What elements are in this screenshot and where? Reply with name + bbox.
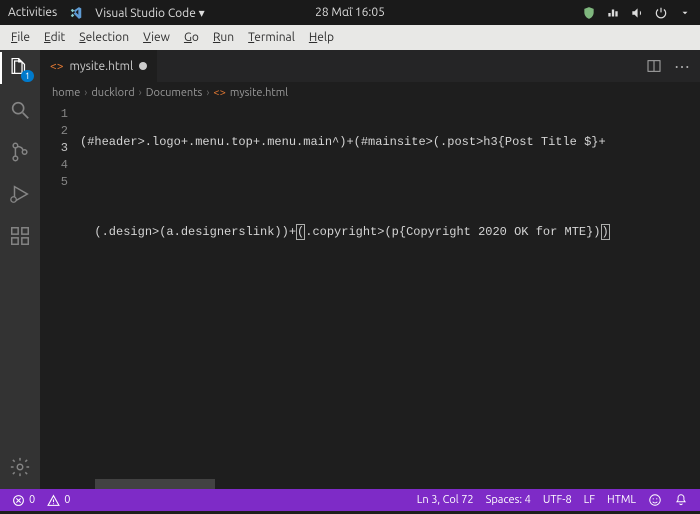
code-content[interactable]: (#header>.logo+.menu.top+.menu.main^)+(#… [80, 104, 678, 479]
code-line[interactable] [80, 314, 678, 331]
menu-run[interactable]: Run [206, 31, 241, 44]
status-bell-icon[interactable] [668, 493, 694, 507]
scrollbar-thumb[interactable] [95, 479, 215, 489]
search-icon[interactable] [8, 98, 32, 122]
chevron-right-icon: › [84, 87, 87, 99]
horizontal-scrollbar[interactable] [40, 479, 700, 489]
status-encoding[interactable]: UTF-8 [537, 493, 578, 507]
code-line[interactable] [80, 179, 678, 196]
status-feedback-icon[interactable] [642, 493, 668, 507]
clock[interactable]: 28 Μαΐ 16:05 [315, 6, 385, 19]
menu-view[interactable]: View [136, 31, 177, 44]
extensions-icon[interactable] [8, 224, 32, 248]
tab-bar: <> mysite.html ⋯ [40, 50, 700, 82]
tab-dirty-dot-icon [139, 62, 147, 70]
vscode-window: 1 <> mysite.html ⋯ [0, 50, 700, 489]
split-editor-icon[interactable] [646, 58, 662, 74]
menu-selection[interactable]: Selection [72, 31, 136, 44]
editor-area: <> mysite.html ⋯ home › ducklord › Docum… [40, 50, 700, 489]
explorer-badge: 1 [21, 70, 34, 82]
selection-box: ( [296, 224, 305, 240]
shield-icon[interactable] [582, 6, 596, 20]
tab-mysite[interactable]: <> mysite.html [40, 50, 158, 82]
menu-help[interactable]: Help [302, 31, 341, 44]
crumb-docs[interactable]: Documents [146, 87, 203, 99]
settings-gear-icon[interactable] [8, 455, 32, 479]
activity-bar: 1 [0, 50, 40, 489]
crumb-file[interactable]: mysite.html [230, 87, 288, 99]
status-warnings[interactable]: 0 [41, 494, 76, 507]
more-actions-icon[interactable]: ⋯ [674, 57, 690, 76]
status-spaces[interactable]: Spaces: 4 [480, 493, 537, 507]
source-control-icon[interactable] [8, 140, 32, 164]
explorer-icon[interactable]: 1 [8, 56, 32, 80]
code-line[interactable]: (.design>(a.designerslink))+(.copyright>… [80, 224, 678, 241]
menu-go[interactable]: Go [177, 31, 206, 44]
code-line[interactable]: (#header>.logo+.menu.top+.menu.main^)+(#… [80, 134, 678, 151]
network-icon[interactable] [606, 6, 620, 20]
chevron-right-icon: › [206, 87, 209, 99]
html-file-icon: <> [213, 87, 225, 99]
speaker-icon[interactable] [630, 6, 644, 20]
code-editor[interactable]: 1 2 3 4 5 (#header>.logo+.menu.top+.menu… [40, 104, 700, 479]
html-file-icon: <> [50, 60, 64, 73]
status-eol[interactable]: LF [578, 493, 601, 507]
status-errors[interactable]: 0 [6, 494, 41, 507]
vscode-menubar: File Edit Selection View Go Run Terminal… [0, 25, 700, 50]
selection-box: ) [601, 224, 610, 240]
app-menu[interactable]: Visual Studio Code ▾ [95, 6, 204, 20]
activities-button[interactable]: Activities [8, 6, 57, 19]
breadcrumb[interactable]: home › ducklord › Documents › <> mysite.… [40, 82, 700, 104]
menu-edit[interactable]: Edit [37, 31, 72, 44]
tab-label: mysite.html [70, 60, 134, 73]
minimap[interactable] [678, 104, 700, 479]
gnome-top-bar: Activities Visual Studio Code ▾ 28 Μαΐ 1… [0, 0, 700, 25]
chevron-right-icon: › [139, 87, 142, 99]
status-lncol[interactable]: Ln 3, Col 72 [411, 493, 480, 507]
line-gutter: 1 2 3 4 5 [40, 104, 80, 479]
power-icon[interactable] [654, 6, 668, 20]
menu-terminal[interactable]: Terminal [241, 31, 302, 44]
crumb-user[interactable]: ducklord [91, 87, 134, 99]
crumb-home[interactable]: home [52, 87, 80, 99]
status-language[interactable]: HTML [601, 493, 642, 507]
menu-file[interactable]: File [4, 31, 37, 44]
run-debug-icon[interactable] [8, 182, 32, 206]
vscode-icon [69, 6, 83, 20]
dropdown-icon[interactable] [678, 6, 692, 20]
status-bar: 0 0 Ln 3, Col 72 Spaces: 4 UTF-8 LF HTML [0, 489, 700, 511]
code-line[interactable] [80, 269, 678, 286]
